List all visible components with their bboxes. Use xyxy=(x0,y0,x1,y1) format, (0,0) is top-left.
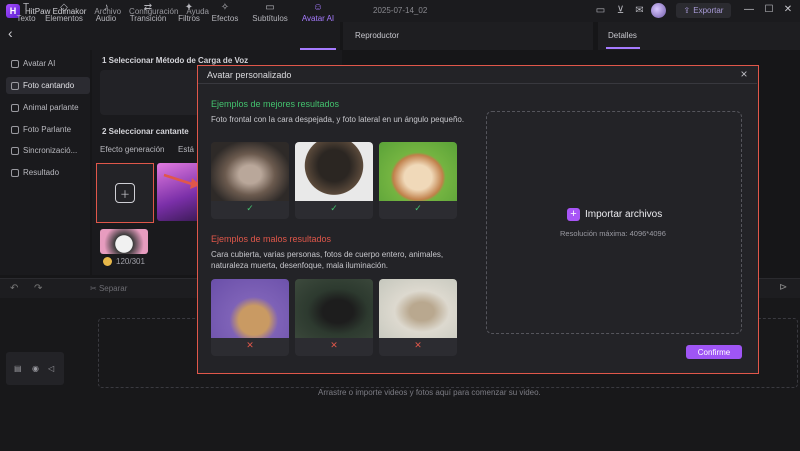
custom-avatar-upload-tile[interactable]: ＋ xyxy=(96,163,154,223)
image-icon xyxy=(11,81,19,90)
toolbar xyxy=(0,22,340,50)
minimize-icon[interactable]: — xyxy=(743,4,755,15)
panda-thumbnail[interactable] xyxy=(100,229,148,254)
track-icon[interactable]: ▤ xyxy=(14,364,22,373)
maximize-icon[interactable]: ☐ xyxy=(763,4,775,15)
tab-audio[interactable]: ♪ Audio xyxy=(92,2,120,23)
user-icon xyxy=(11,59,19,68)
elements-icon: ◇ xyxy=(60,2,68,13)
audio-icon[interactable]: ◁ xyxy=(48,364,54,373)
good-examples-heading: Ejemplos de mejores resultados xyxy=(211,99,340,109)
export-label: Exportar xyxy=(693,6,724,15)
track-controls: ▤ ◉ ◁ xyxy=(6,352,64,385)
bad-example-card: ✕ xyxy=(295,279,373,356)
coin-icon xyxy=(103,257,112,266)
undo-icon[interactable]: ↶ xyxy=(10,283,18,294)
details-tab-indicator xyxy=(606,47,640,49)
export-icon: ⇪ xyxy=(683,6,691,15)
step2-title: 2 Seleccionar cantante xyxy=(102,127,189,136)
check-icon: ✓ xyxy=(414,203,422,213)
dark-cat-photo xyxy=(295,279,373,338)
close-window-icon[interactable]: ✕ xyxy=(782,4,794,15)
details-tab[interactable]: Detalles xyxy=(608,31,637,40)
export-button[interactable]: ⇪ Exportar xyxy=(676,3,731,18)
sidebar-item-resultado[interactable]: Resultado xyxy=(6,164,90,181)
sidebar-item-sincronizacion[interactable]: Sincronizació... xyxy=(6,142,90,159)
split-button[interactable]: ✂ Separar xyxy=(90,284,127,293)
gen-effect-label: Efecto generación xyxy=(100,145,165,154)
sidebar-item-animal-parlante[interactable]: Animal parlante xyxy=(6,99,90,116)
check-icon: ✓ xyxy=(246,203,254,213)
photo-icon xyxy=(11,125,19,134)
credits-value: 120/301 xyxy=(116,257,145,266)
paw-icon xyxy=(11,103,19,112)
voice-upload-box[interactable] xyxy=(100,70,200,115)
tab-subtitulos[interactable]: ▭ Subtítulos xyxy=(248,2,292,23)
bad-examples-description: Cara cubierta, varias personas, fotos de… xyxy=(211,250,444,270)
dog-profile-photo xyxy=(211,279,289,338)
bad-example-card: ✕ xyxy=(379,279,457,356)
puppy-photo xyxy=(379,142,457,201)
download-icon[interactable]: ⊻ xyxy=(614,4,627,17)
step1-title: 1 Seleccionar Método de Carga de Voz xyxy=(102,56,249,65)
effects-icon: ✧ xyxy=(220,2,230,13)
credits-display: 120/301 xyxy=(103,257,145,266)
plus-icon: + xyxy=(567,208,580,221)
good-example-card: ✓ xyxy=(295,142,373,219)
player-title: Reproductor xyxy=(355,31,400,40)
pug-photo xyxy=(295,142,373,201)
cross-icon: ✕ xyxy=(330,340,338,350)
bad-example-card: ✕ xyxy=(211,279,289,356)
close-icon[interactable]: × xyxy=(738,67,750,81)
user-avatar[interactable] xyxy=(651,3,666,18)
result-icon xyxy=(11,168,19,177)
kitten-photo xyxy=(211,142,289,201)
arrow-annotation xyxy=(163,173,200,189)
music-icon: ♪ xyxy=(103,2,109,13)
drop-hint: Arrastre o importe videos y fotos aquí p… xyxy=(318,388,541,397)
player-header: Reproductor xyxy=(343,22,593,50)
check-icon: ✓ xyxy=(330,203,338,213)
tab-texto[interactable]: T Texto xyxy=(14,2,38,23)
gen-effect-value[interactable]: Está xyxy=(178,145,194,154)
play-icon[interactable]: ⊳ xyxy=(779,282,787,293)
sidebar-item-avatar-ai[interactable]: Avatar AI xyxy=(6,55,90,72)
tab-transicion[interactable]: ⇄ Transición xyxy=(126,2,170,23)
cat-fullbody-photo xyxy=(379,279,457,338)
max-resolution-text: Resolución máxima: 4096*4096 xyxy=(560,229,666,238)
cross-icon: ✕ xyxy=(246,340,254,350)
tab-avatar-ai[interactable]: ☺ Avatar AI xyxy=(298,2,338,23)
bad-examples-heading: Ejemplos de malos resultados xyxy=(211,234,332,244)
project-name: 2025-07-14_02 xyxy=(373,6,428,15)
good-example-card: ✓ xyxy=(211,142,289,219)
good-examples-description: Foto frontal con la cara despejada, y fo… xyxy=(211,115,465,124)
cross-icon: ✕ xyxy=(414,340,422,350)
import-label: Importar archivos xyxy=(585,209,663,220)
details-header: Detalles xyxy=(598,22,800,50)
tab-filtros[interactable]: ✦ Filtros xyxy=(174,2,204,23)
dialog-title: Avatar personalizado xyxy=(207,70,292,80)
mail-icon[interactable]: ✉ xyxy=(633,4,646,17)
sidebar-item-foto-cantando[interactable]: Foto cantando xyxy=(6,77,90,94)
tab-elementos[interactable]: ◇ Elementos xyxy=(44,2,84,23)
sidebar-item-foto-parlante[interactable]: Foto Parlante xyxy=(6,121,90,138)
chevron-left-icon[interactable]: ‹ xyxy=(8,25,22,43)
dialog-divider xyxy=(198,83,757,84)
good-example-card: ✓ xyxy=(379,142,457,219)
custom-avatar-dialog: Avatar personalizado × Ejemplos de mejor… xyxy=(197,65,759,374)
avatar-icon: ☺ xyxy=(312,2,324,13)
filter-icon: ✦ xyxy=(184,2,194,13)
transition-icon: ⇄ xyxy=(143,2,153,13)
text-icon: T xyxy=(22,2,30,13)
add-user-icon: ＋ xyxy=(115,183,135,203)
redo-icon[interactable]: ↷ xyxy=(34,283,42,294)
sync-icon xyxy=(11,146,19,155)
screen-icon[interactable]: ▭ xyxy=(594,4,607,17)
import-dropzone[interactable]: + Importar archivos Resolución máxima: 4… xyxy=(486,111,742,334)
confirm-button[interactable]: Confirme xyxy=(686,345,742,359)
import-files-button[interactable]: + Importar archivos xyxy=(567,208,662,221)
subtitles-icon: ▭ xyxy=(265,2,275,13)
eye-icon[interactable]: ◉ xyxy=(32,364,39,373)
tab-efectos[interactable]: ✧ Efectos xyxy=(210,2,240,23)
